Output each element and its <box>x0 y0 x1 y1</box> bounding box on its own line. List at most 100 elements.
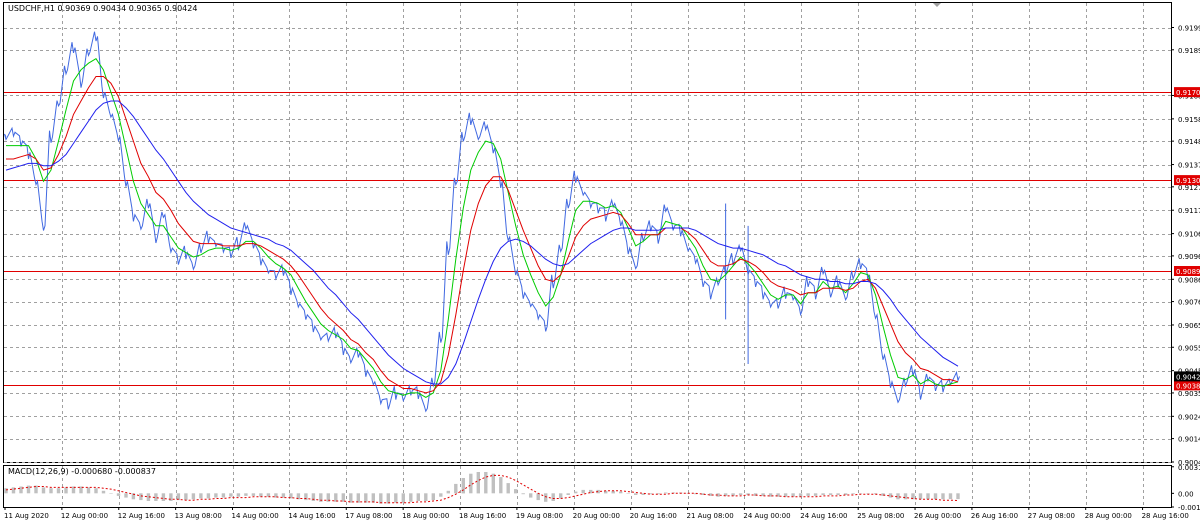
time-axis[interactable]: 11 Aug 2020 12 Aug 00:00 12 Aug 16:00 13 Au… <box>4 507 1189 520</box>
chart-canvas[interactable]: 0.919900.918900.916850.915800.914800.913… <box>0 0 1200 525</box>
price-tick-label: 0.91480 <box>1178 138 1200 146</box>
macd-histogram-bar <box>409 493 413 502</box>
price-axis[interactable]: 0.919900.918900.916850.915800.914800.913… <box>1171 25 1200 468</box>
macd-histogram-bar <box>379 493 383 504</box>
time-tick-label: 20 Aug 00:00 <box>573 512 620 520</box>
price-tick-label: 0.90860 <box>1178 276 1200 284</box>
time-tick-label: 11 Aug 2020 <box>4 512 49 520</box>
time-tick-label: 25 Aug 08:00 <box>857 512 904 520</box>
price-tick-label: 0.90760 <box>1178 299 1200 307</box>
macd-histogram-bar <box>371 493 375 503</box>
macd-histogram-bar <box>311 493 316 501</box>
price-tick-label: 0.91170 <box>1178 207 1200 215</box>
macd-histogram-bar <box>836 493 840 495</box>
macd-histogram-bar <box>469 473 473 494</box>
macd-axis: 0.003111 0.00 -0.0016 <box>1171 464 1200 512</box>
level-label[interactable]: 0.90384 <box>1176 382 1200 390</box>
macd-histogram-bar <box>161 493 166 501</box>
macd-histogram-bar <box>918 493 923 500</box>
macd-histogram-bar <box>619 491 623 494</box>
macd-histogram-bar <box>626 493 630 494</box>
macd-histogram-bar <box>169 493 173 501</box>
macd-histogram-bar <box>49 488 53 494</box>
macd-histogram-bar <box>559 493 563 499</box>
time-tick-label: 24 Aug 00:00 <box>743 512 790 520</box>
macd-histogram-bar <box>514 489 518 494</box>
macd-histogram-bar <box>56 488 61 494</box>
price-tick-label: 0.91375 <box>1178 162 1200 170</box>
macd-histogram-bar <box>244 493 248 496</box>
macd-histogram-bar <box>634 493 638 495</box>
macd-histogram-bar <box>521 493 525 495</box>
macd-histogram-bar <box>581 489 585 494</box>
time-tick-label: 14 Aug 16:00 <box>288 512 335 520</box>
macd-histogram-bar <box>101 490 106 494</box>
macd-histogram-bar <box>903 493 908 500</box>
level-label[interactable]: 0.91700 <box>1176 89 1200 97</box>
macd-histogram-bar <box>476 472 480 494</box>
macd-histogram-bar <box>251 493 256 496</box>
time-tick-label: 14 Aug 00:00 <box>232 512 279 520</box>
macd-histogram-bar <box>806 493 810 496</box>
price-tick-label: 0.91990 <box>1178 25 1200 33</box>
macd-histogram-bar <box>544 493 548 502</box>
time-tick-label: 17 Aug 08:00 <box>345 512 392 520</box>
macd-histogram-bar <box>356 493 360 503</box>
macd-histogram-bar <box>941 493 945 500</box>
macd-tick-label: 0.00 <box>1178 490 1194 498</box>
time-tick-label: 12 Aug 16:00 <box>118 512 165 520</box>
macd-histogram-bar <box>139 493 143 501</box>
macd-histogram-bar <box>26 485 31 494</box>
time-tick-label: 27 Aug 08:00 <box>1028 512 1075 520</box>
macd-histogram-bar <box>19 486 23 494</box>
macd-histogram-bar <box>109 493 113 494</box>
macd-histogram-bar <box>86 487 91 494</box>
macd-histogram-bar <box>499 477 503 494</box>
time-tick-label: 28 Aug 00:00 <box>1085 512 1132 520</box>
macd-histogram-bar <box>94 488 98 494</box>
macd-histogram-bar <box>439 493 443 497</box>
macd-histogram-bar <box>424 493 428 501</box>
macd-histogram-bar <box>64 487 68 494</box>
price-tick-label: 0.90965 <box>1178 253 1200 261</box>
price-tick-label: 0.90145 <box>1178 436 1200 444</box>
macd-tick-label: -0.0016 <box>1178 504 1200 512</box>
macd-histogram-bar <box>431 493 435 501</box>
macd-histogram-bar <box>813 493 818 496</box>
macd-histogram-bar <box>574 491 578 494</box>
time-tick-label: 18 Aug 16:00 <box>459 512 506 520</box>
macd-histogram-bar <box>551 493 555 501</box>
macd-histogram-bar <box>206 493 211 499</box>
time-tick-label: 13 Aug 08:00 <box>175 512 222 520</box>
macd-histogram-bar <box>454 483 458 494</box>
macd-tick-label: 0.003111 <box>1178 464 1200 472</box>
time-tick-label: 24 Aug 16:00 <box>800 512 847 520</box>
time-tick-label: 18 Aug 00:00 <box>402 512 449 520</box>
level-label[interactable]: 0.90897 <box>1176 268 1200 276</box>
price-tick-label: 0.90350 <box>1178 390 1200 398</box>
macd-histogram-bar <box>798 493 803 497</box>
macd-histogram-bar <box>266 493 271 497</box>
price-tick-label: 0.90655 <box>1178 322 1200 330</box>
macd-histogram-bar <box>888 493 893 498</box>
macd-histogram-bar <box>401 493 405 503</box>
macd-histogram-bar <box>506 483 510 494</box>
current-price-label: 0.90424 <box>1176 373 1200 381</box>
macd-histogram-bar <box>566 493 570 495</box>
time-tick-label: 26 Aug 00:00 <box>914 512 961 520</box>
macd-histogram-bar <box>926 493 930 500</box>
macd-histogram-bar <box>124 493 128 498</box>
time-tick-label: 26 Aug 16:00 <box>971 512 1018 520</box>
level-label[interactable]: 0.91305 <box>1176 177 1200 185</box>
macd-histogram-bar <box>933 493 938 500</box>
macd-histogram-bar <box>214 493 218 498</box>
macd-histogram-bar <box>416 493 420 501</box>
price-tick-label: 0.90555 <box>1178 344 1200 352</box>
chart-title: USDCHF,H1 0.90369 0.90434 0.90365 0.9042… <box>8 4 197 13</box>
macd-label: MACD(12,26,9) -0.000680 -0.000837 <box>8 467 156 476</box>
macd-histogram-bar <box>529 493 533 498</box>
price-tick-label: 0.91065 <box>1178 231 1200 239</box>
macd-histogram-bar <box>184 493 188 501</box>
chart-window[interactable]: 0.919900.918900.916850.915800.914800.913… <box>0 0 1200 525</box>
price-tick-label: 0.91890 <box>1178 47 1200 55</box>
